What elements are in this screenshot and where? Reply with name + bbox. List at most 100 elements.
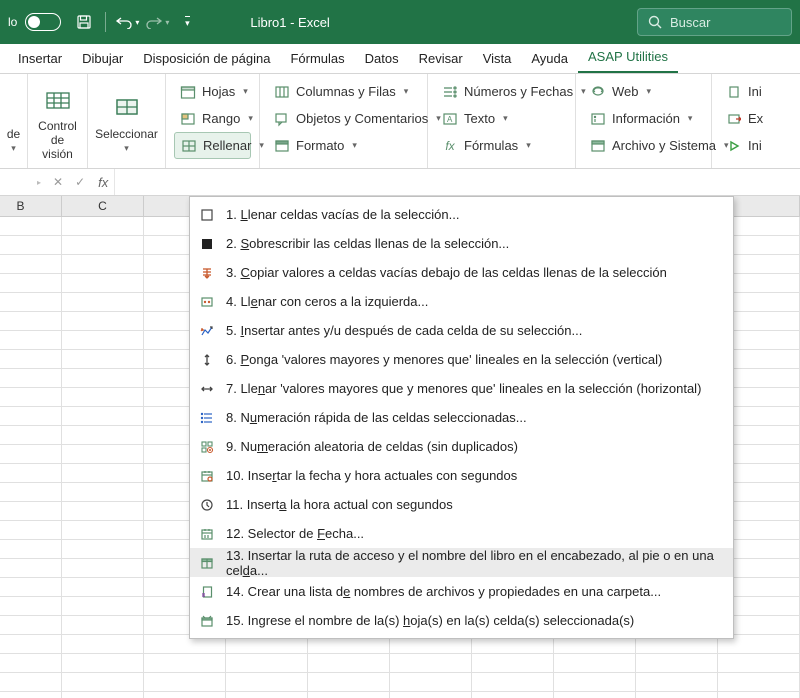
dropdown-item-11[interactable]: 11. Inserta la hora actual con segundos <box>190 490 733 519</box>
search-icon <box>648 15 662 29</box>
rellenar-button[interactable]: Rellenar▾ <box>174 132 251 159</box>
ini-button-2[interactable]: Ini <box>720 132 752 159</box>
tab-revisar[interactable]: Revisar <box>409 45 473 73</box>
tab-ayuda[interactable]: Ayuda <box>521 45 578 73</box>
rango-button[interactable]: Rango▾ <box>174 105 251 132</box>
worksheet-area: B C K 1. Llenar celdas vacías de la sele… <box>0 196 800 698</box>
ribbon: de ▾ Control de visión Seleccionar ▾ Hoj… <box>0 74 800 169</box>
ribbon-group-b: Columnas y Filas▾ Objetos y Comentarios▾… <box>260 74 428 168</box>
seleccionar-button[interactable]: Seleccionar ▾ <box>89 78 164 164</box>
texto-button[interactable]: A Texto▾ <box>436 105 567 132</box>
dropdown-item-13[interactable]: 13. Insertar la ruta de acceso y el nomb… <box>190 548 733 577</box>
menu-item-label: 3. Copiar valores a celdas vacías debajo… <box>226 265 667 280</box>
tab-vista[interactable]: Vista <box>473 45 522 73</box>
window-title: Libro1 - Excel <box>250 15 329 30</box>
dropdown-item-8[interactable]: 8. Numeración rápida de las celdas selec… <box>190 403 733 432</box>
col-head[interactable]: B <box>0 196 62 216</box>
menu-item-label: 4. Llenar con ceros a la izquierda... <box>226 294 428 309</box>
menu-item-label: 1. Llenar celdas vacías de la selección.… <box>226 207 459 222</box>
menu-item-label: 5. Insertar antes y/u después de cada ce… <box>226 323 582 338</box>
objetos-comentarios-button[interactable]: Objetos y Comentarios▾ <box>268 105 419 132</box>
menu-item-icon <box>198 612 216 630</box>
redo-icon[interactable]: ▾ <box>144 9 170 35</box>
menu-item-icon <box>198 264 216 282</box>
formula-bar-icons: ▸ ✕ ✓ <box>30 175 92 189</box>
ribbon-group-d: Web▾ Información▾ Archivo y Sistema▾ <box>576 74 712 168</box>
control-vision-button[interactable]: Control de visión <box>32 78 83 164</box>
ribbon-tabs: Insertar Dibujar Disposición de página F… <box>0 44 800 74</box>
menu-item-icon <box>198 438 216 456</box>
qat-more-icon[interactable]: ▾ <box>174 9 200 35</box>
quick-access-toolbar: lo ▾ ▾ ▾ <box>8 9 200 35</box>
titlebar: lo ▾ ▾ ▾ Libro1 - Excel Buscar <box>0 0 800 44</box>
menu-item-icon <box>198 235 216 253</box>
dropdown-item-12[interactable]: 12. Selector de Fecha... <box>190 519 733 548</box>
ribbon-group-select: Seleccionar ▾ <box>88 74 166 168</box>
numeros-fechas-button[interactable]: Números y Fechas▾ <box>436 78 567 105</box>
dropdown-item-1[interactable]: 1. Llenar celdas vacías de la selección.… <box>190 200 733 229</box>
formula-input[interactable] <box>114 169 800 195</box>
dropdown-item-10[interactable]: 10. Insertar la fecha y hora actuales co… <box>190 461 733 490</box>
dropdown-item-14[interactable]: 14. Crear una lista de nombres de archiv… <box>190 577 733 606</box>
formato-button[interactable]: Formato▾ <box>268 132 419 159</box>
ex-button[interactable]: Ex <box>720 105 752 132</box>
menu-item-label: 2. Sobrescribir las celdas llenas de la … <box>226 236 509 251</box>
menu-item-label: 14. Crear una lista de nombres de archiv… <box>226 584 661 599</box>
menu-item-label: 8. Numeración rápida de las celdas selec… <box>226 410 527 425</box>
dropdown-item-15[interactable]: 15. Ingrese el nombre de la(s) hoja(s) e… <box>190 606 733 635</box>
fx-icon[interactable]: fx <box>92 175 114 190</box>
tab-insertar[interactable]: Insertar <box>8 45 72 73</box>
ribbon-group-e: Ini Ex Ini <box>712 74 760 168</box>
menu-item-label: 15. Ingrese el nombre de la(s) hoja(s) e… <box>226 613 634 628</box>
dropdown-item-6[interactable]: 6. Ponga 'valores mayores y menores que'… <box>190 345 733 374</box>
tab-disposicion[interactable]: Disposición de página <box>133 45 280 73</box>
search-placeholder: Buscar <box>670 15 710 30</box>
menu-item-icon <box>198 583 216 601</box>
informacion-button[interactable]: Información▾ <box>584 105 703 132</box>
tab-formulas[interactable]: Fórmulas <box>280 45 354 73</box>
autosave-toggle[interactable] <box>25 13 61 31</box>
svg-text:A: A <box>447 115 453 124</box>
hojas-button[interactable]: Hojas▾ <box>174 78 251 105</box>
dropdown-item-9[interactable]: 9. Numeración aleatoria de celdas (sin d… <box>190 432 733 461</box>
menu-item-icon <box>198 380 216 398</box>
ribbon-group-truncated: de ▾ <box>0 74 28 168</box>
columnas-filas-button[interactable]: Columnas y Filas▾ <box>268 78 419 105</box>
menu-item-icon <box>198 525 216 543</box>
ribbon-group-vision: Control de visión <box>28 74 88 168</box>
menu-item-icon <box>198 496 216 514</box>
search-box[interactable]: Buscar <box>637 8 792 36</box>
web-button[interactable]: Web▾ <box>584 78 703 105</box>
ribbon-group-a: Hojas▾ Rango▾ Rellenar▾ <box>166 74 260 168</box>
menu-item-icon <box>198 409 216 427</box>
menu-item-label: 10. Insertar la fecha y hora actuales co… <box>226 468 517 483</box>
ribbon-group-c: Números y Fechas▾ A Texto▾ fx Fórmulas▾ <box>428 74 576 168</box>
col-head[interactable]: C <box>62 196 144 216</box>
menu-item-label: 9. Numeración aleatoria de celdas (sin d… <box>226 439 518 454</box>
dropdown-item-3[interactable]: 3. Copiar valores a celdas vacías debajo… <box>190 258 733 287</box>
dropdown-item-4[interactable]: 4. Llenar con ceros a la izquierda... <box>190 287 733 316</box>
save-icon[interactable] <box>71 9 97 35</box>
menu-item-label: 7. Llenar 'valores mayores que y menores… <box>226 381 701 396</box>
menu-item-label: 11. Inserta la hora actual con segundos <box>226 497 453 512</box>
menu-item-label: 6. Ponga 'valores mayores y menores que'… <box>226 352 662 367</box>
menu-item-icon <box>198 351 216 369</box>
menu-item-icon <box>198 293 216 311</box>
dropdown-item-5[interactable]: 5. Insertar antes y/u después de cada ce… <box>190 316 733 345</box>
cancel-icon[interactable]: ✕ <box>50 175 66 189</box>
tab-dibujar[interactable]: Dibujar <box>72 45 133 73</box>
menu-item-label: 13. Insertar la ruta de acceso y el nomb… <box>226 548 723 578</box>
dropdown-item-7[interactable]: 7. Llenar 'valores mayores que y menores… <box>190 374 733 403</box>
formulas-button[interactable]: fx Fórmulas▾ <box>436 132 567 159</box>
formula-bar: ▸ ✕ ✓ fx <box>0 169 800 196</box>
ini-button-1[interactable]: Ini <box>720 78 752 105</box>
menu-item-icon <box>198 206 216 224</box>
dropdown-item-2[interactable]: 2. Sobrescribir las celdas llenas de la … <box>190 229 733 258</box>
menu-item-icon <box>198 467 216 485</box>
tab-asap-utilities[interactable]: ASAP Utilities <box>578 43 678 73</box>
undo-icon[interactable]: ▾ <box>114 9 140 35</box>
tab-datos[interactable]: Datos <box>355 45 409 73</box>
rellenar-dropdown: 1. Llenar celdas vacías de la selección.… <box>189 196 734 639</box>
archivo-sistema-button[interactable]: Archivo y Sistema▾ <box>584 132 703 159</box>
enter-icon[interactable]: ✓ <box>72 175 88 189</box>
